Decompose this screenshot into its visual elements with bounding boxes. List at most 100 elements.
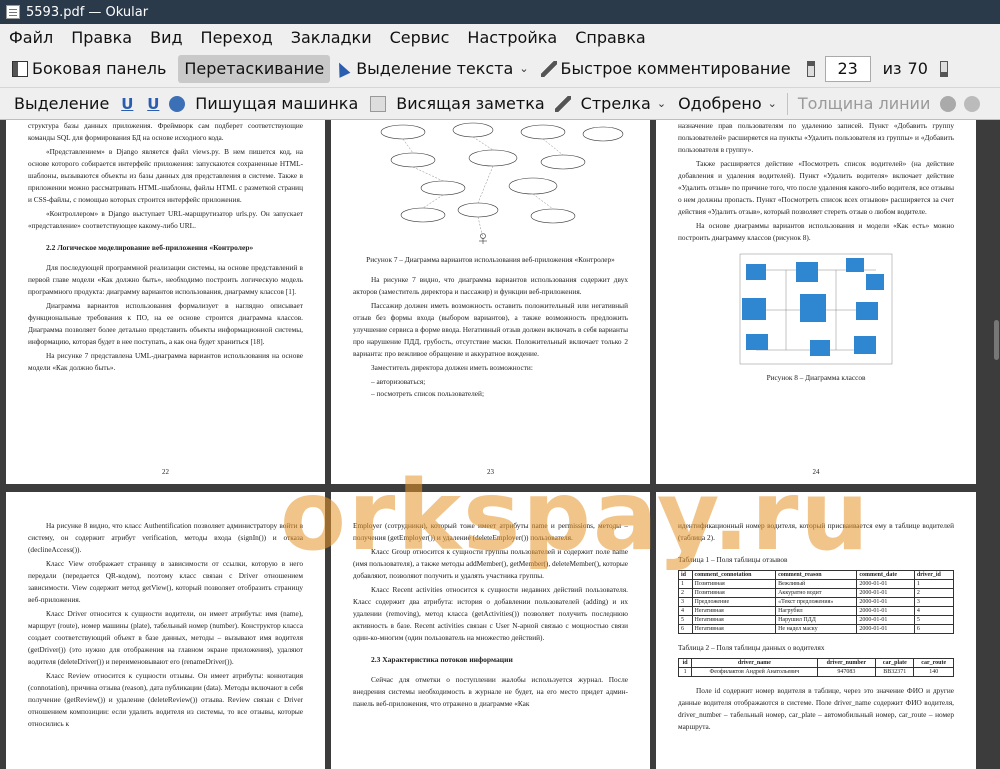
table-cell: 1 — [678, 579, 693, 589]
document-view[interactable]: структура базы данных приложения. Фреймв… — [0, 120, 1000, 769]
pdf-page-27: идентификационный номер водителя, которы… — [656, 492, 976, 769]
table-cell: 6 — [913, 624, 955, 634]
quick-comment-label: Быстрое комментирование — [560, 59, 791, 78]
stamp-label: Одобрено — [678, 94, 762, 113]
quick-comment-button[interactable]: Быстрое комментирование — [535, 55, 797, 83]
figure-caption: Рисунок 8 – Диаграмма классов — [766, 373, 866, 382]
class-diagram — [739, 253, 893, 365]
table-cell: 2000-01-01 — [856, 624, 915, 634]
section-heading: 2.2 Логическое моделирование веб-приложе… — [46, 243, 254, 252]
section-heading: 2.3 Характеристика потоков информации — [371, 655, 513, 664]
page-up-icon[interactable] — [806, 60, 815, 77]
page-text: «Контроллером» в Django выступает URL-ма… — [28, 209, 303, 230]
table-cell: 5 — [678, 615, 693, 625]
scrollbar-thumb[interactable] — [994, 320, 999, 360]
popup-note-label: Висящая заметка — [396, 94, 545, 113]
table-cell: 4 — [913, 606, 955, 616]
drivers-table: id driver_name driver_number car_plate c… — [677, 658, 954, 677]
table-header: driver_number — [816, 658, 877, 668]
vertical-scrollbar[interactable] — [992, 120, 1000, 769]
page-total-label: 70 — [907, 59, 928, 78]
table-cell: 2000-01-01 — [856, 579, 915, 589]
menu-file[interactable]: Файл — [0, 28, 62, 47]
stamp-button[interactable]: Одобрено ⌄ — [672, 90, 783, 118]
table-cell: 140 — [913, 667, 954, 677]
table-cell: 3 — [913, 597, 955, 607]
page-text: «Представлением» в Django является файл … — [28, 147, 303, 204]
typewriter-button[interactable]: Пишущая машинка — [189, 90, 364, 118]
cursor-icon — [333, 59, 351, 78]
table-row: 3 Предложение «Текст предложения» 2000-0… — [678, 597, 955, 607]
page-text: Также расширяется действие «Посмотреть с… — [678, 159, 954, 216]
table-row: 5 Негативная Нарушил ПДД 2000-01-01 5 — [678, 615, 955, 625]
table-cell: Феофилактов Андрей Анатольевич — [691, 667, 818, 677]
popup-note-button[interactable]: Висящая заметка — [390, 90, 550, 118]
menu-tools[interactable]: Сервис — [381, 28, 459, 47]
title-bar: 5593.pdf — Okular — [0, 0, 1000, 24]
menu-go[interactable]: Переход — [192, 28, 282, 47]
page-text: Класс View отображает страницу в зависим… — [28, 559, 303, 604]
line-width-button[interactable]: Толщина линии — [792, 90, 937, 118]
page-text: На рисунке 7 видно, что диаграмма вариан… — [353, 275, 628, 296]
reviews-table: id comment_connotation comment_reason co… — [678, 570, 955, 634]
table-cell: 3 — [678, 597, 693, 607]
table-cell: Предложение — [691, 597, 777, 607]
page-text: Для последующей программной реализации с… — [28, 263, 303, 296]
drag-mode-label: Перетаскивание — [184, 59, 325, 78]
page-text: Класс Driver относится к сущности водите… — [28, 609, 303, 666]
chevron-down-icon[interactable]: ⌄ — [519, 62, 528, 75]
drag-mode-button[interactable]: Перетаскивание — [178, 54, 331, 83]
sidebar-icon — [12, 60, 28, 77]
table-cell: 1 — [677, 667, 693, 677]
chevron-down-icon[interactable]: ⌄ — [657, 97, 666, 110]
pdf-page-25: На рисунке 8 видно, что класс Authentifi… — [6, 492, 325, 769]
table-row: 2 Позитивная Аккуратно водит 2000-01-01 … — [678, 588, 955, 598]
page-text: Поле id содержит номер водителя в таблиц… — [678, 686, 954, 731]
table-header: car_plate — [875, 658, 915, 668]
table-cell: 2000-01-01 — [856, 597, 915, 607]
page-text: Класс Recent activities относится к сущн… — [353, 585, 628, 642]
table-header: id — [678, 570, 693, 580]
text-select-button[interactable]: Выделение текста ⌄ — [330, 55, 534, 83]
note-icon — [370, 95, 387, 112]
page-text: Сейчас для отметки о поступлении жалобы … — [353, 675, 628, 708]
chevron-down-icon[interactable]: ⌄ — [768, 97, 777, 110]
table-cell: Нарушил ПДД — [775, 615, 858, 625]
menu-view[interactable]: Вид — [141, 28, 191, 47]
menu-bookmarks[interactable]: Закладки — [282, 28, 381, 47]
page-text: Диаграмма вариантов использования формал… — [28, 301, 303, 346]
page-text: Пассажир должен иметь возможность остави… — [353, 301, 628, 358]
page-down-icon[interactable] — [939, 60, 948, 77]
table-cell: 947083 — [816, 667, 877, 677]
text-select-label: Выделение текста — [356, 59, 514, 78]
table-row: 1 Феофилактов Андрей Анатольевич 947083 … — [677, 667, 954, 677]
table-cell: 2 — [913, 588, 955, 598]
page-list: – авторизоваться; – посмотреть список по… — [353, 376, 628, 400]
page-text: назначение прав пользователям по удалени… — [678, 121, 954, 154]
table-cell: Негативная — [691, 624, 777, 634]
opacity-icon[interactable] — [964, 95, 981, 112]
squiggle-underline-icon[interactable]: U — [145, 95, 161, 113]
figure-caption: Рисунок 7 – Диаграмма вариантов использо… — [366, 255, 615, 264]
table-cell: 2000-01-01 — [856, 615, 915, 625]
color-icon[interactable] — [940, 95, 957, 112]
table-header: driver_id — [913, 570, 955, 580]
window-title: 5593.pdf — Okular — [26, 4, 149, 20]
highlight-label: Выделение — [14, 94, 110, 113]
main-toolbar: Боковая панель Перетаскивание Выделение … — [0, 50, 1000, 88]
page-of-label: из — [882, 59, 902, 78]
page-number-input[interactable]: 23 — [824, 55, 871, 82]
menu-settings[interactable]: Настройка — [458, 28, 566, 47]
table-cell: 1 — [913, 579, 955, 589]
arrow-button[interactable]: Стрелка ⌄ — [575, 90, 672, 118]
underline-icon[interactable]: U — [119, 95, 135, 113]
table-caption: Таблица 1 – Поля таблицы отзывов — [678, 555, 788, 564]
page-number: 24 — [812, 468, 820, 476]
menu-help[interactable]: Справка — [566, 28, 655, 47]
strikeout-icon[interactable] — [169, 95, 186, 112]
menu-edit[interactable]: Правка — [62, 28, 141, 47]
sidebar-button[interactable]: Боковая панель — [6, 55, 172, 83]
page-text: Класс Group относится к сущности группы … — [353, 547, 628, 580]
table-header: comment_connotation — [691, 570, 777, 580]
highlight-button[interactable]: Выделение — [8, 90, 115, 118]
